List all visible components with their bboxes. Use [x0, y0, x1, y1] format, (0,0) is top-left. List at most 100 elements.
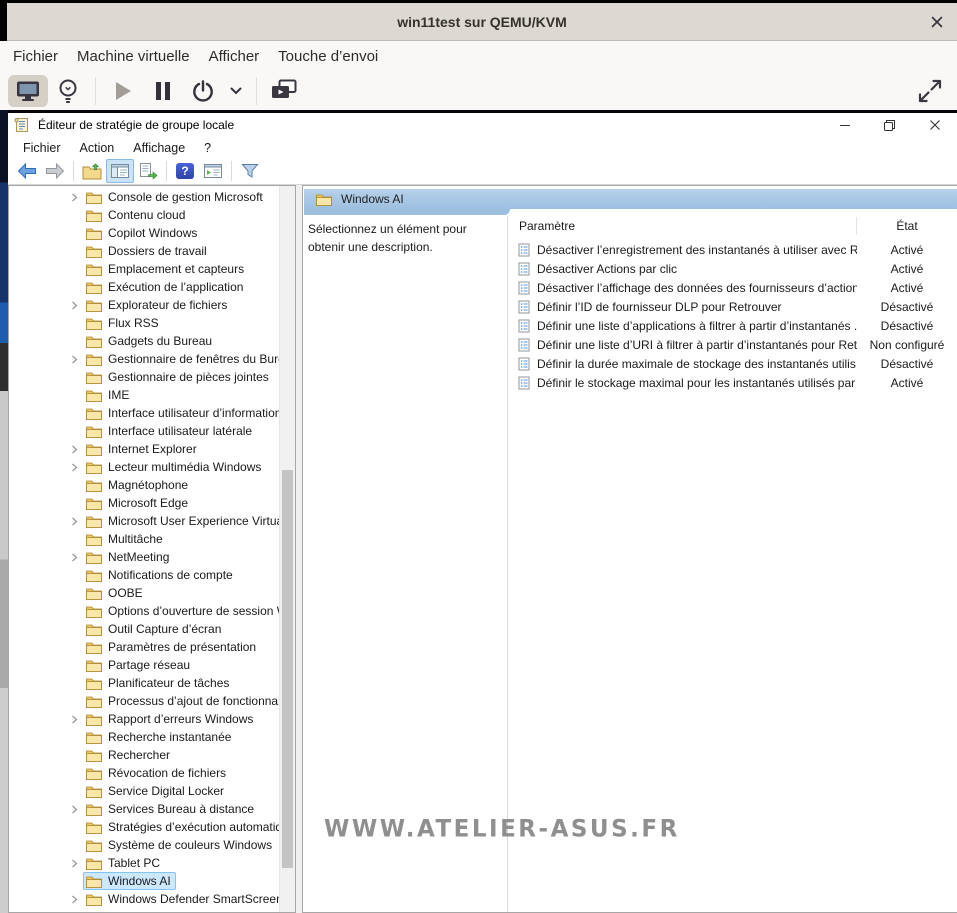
restore-icon[interactable]	[867, 113, 912, 137]
tree-item-box[interactable]: Outil Capture d’écran	[83, 620, 226, 638]
menu-touche-denvoi[interactable]: Touche d’envoi	[278, 48, 378, 65]
vm-details-button[interactable]	[48, 75, 88, 107]
expand-chevron-icon[interactable]	[65, 296, 83, 314]
tree-item-recherche-instantan-e[interactable]: Recherche instantanée	[9, 728, 279, 746]
console-tree-toggle-button[interactable]	[106, 159, 134, 183]
tree-item-box[interactable]: Partage réseau	[83, 656, 195, 674]
setting-row[interactable]: Désactiver l’enregistrement des instanta…	[509, 240, 957, 259]
close-icon[interactable]	[912, 113, 957, 137]
tree-item-box[interactable]: Options d’ouverture de session Windows	[83, 602, 279, 620]
tree-item-interface-utilisateur-lat-rale[interactable]: Interface utilisateur latérale	[9, 422, 279, 440]
tree-item-processus-d-ajout-de-fonctionnalit-s[interactable]: Processus d’ajout de fonctionnalités	[9, 692, 279, 710]
tree-item-copilot-windows[interactable]: Copilot Windows	[9, 224, 279, 242]
forward-button[interactable]	[41, 159, 69, 183]
tree-item-box[interactable]: Rechercher	[83, 746, 175, 764]
tree-item-windows-defender-smartscreen[interactable]: Windows Defender SmartScreen	[9, 890, 279, 908]
tree-scrollbar-thumb[interactable]	[282, 470, 293, 868]
tree-item-box[interactable]: IME	[83, 386, 134, 404]
tree-item-box[interactable]: Gadgets du Bureau	[83, 332, 217, 350]
up-folder-button[interactable]	[78, 159, 106, 183]
minimize-icon[interactable]	[822, 113, 867, 137]
tree-item-box[interactable]: Dossiers de travail	[83, 242, 212, 260]
tree-item-box[interactable]: Planificateur de tâches	[83, 674, 234, 692]
run-button[interactable]	[103, 75, 143, 107]
mmc-menu-action[interactable]: Action	[80, 141, 115, 155]
tree-item-box[interactable]: Gestionnaire de fenêtres du Bureau	[83, 350, 279, 368]
mmc-menu-help[interactable]: ?	[204, 141, 211, 155]
tree-item-box[interactable]: Magnétophone	[83, 476, 193, 494]
tree-item-netmeeting[interactable]: NetMeeting	[9, 548, 279, 566]
tree-item-rechercher[interactable]: Rechercher	[9, 746, 279, 764]
tree-item-magn-tophone[interactable]: Magnétophone	[9, 476, 279, 494]
tree-item-explorateur-de-fichiers[interactable]: Explorateur de fichiers	[9, 296, 279, 314]
tree-item-box[interactable]: NetMeeting	[83, 548, 174, 566]
tree-item-box[interactable]: Microsoft User Experience Virtualization	[83, 512, 279, 530]
tree-item-param-tres-de-pr-sentation[interactable]: Paramètres de présentation	[9, 638, 279, 656]
tree-item-oobe[interactable]: OOBE	[9, 584, 279, 602]
tree-item-box[interactable]: Lecteur multimédia Windows	[83, 458, 266, 476]
menu-fichier[interactable]: Fichier	[13, 48, 58, 65]
tree-item-strat-gies-d-ex-cution-automatique[interactable]: Stratégies d’exécution automatique	[9, 818, 279, 836]
tree-item-outil-capture-d-cran[interactable]: Outil Capture d’écran	[9, 620, 279, 638]
tree-item-box[interactable]: Copilot Windows	[83, 224, 202, 242]
displays-button[interactable]	[264, 75, 304, 107]
tree-item-multit-che[interactable]: Multitâche	[9, 530, 279, 548]
close-icon[interactable]	[930, 15, 944, 29]
tree-item-internet-explorer[interactable]: Internet Explorer	[9, 440, 279, 458]
setting-row[interactable]: Définir l’ID de fournisseur DLP pour Ret…	[509, 297, 957, 316]
tree-item-ime[interactable]: IME	[9, 386, 279, 404]
tree-item-partial[interactable]	[9, 908, 279, 913]
column-header-parametre[interactable]: Paramètre	[509, 219, 856, 233]
tree-item-box[interactable]: Contenu cloud	[83, 206, 190, 224]
expand-chevron-icon[interactable]	[65, 800, 83, 818]
setting-row[interactable]: Définir une liste d’applications à filtr…	[509, 316, 957, 335]
tree-item-tablet-pc[interactable]: Tablet PC	[9, 854, 279, 872]
expand-chevron-icon[interactable]	[65, 548, 83, 566]
expand-chevron-icon[interactable]	[65, 458, 83, 476]
help-button[interactable]: ?	[171, 159, 199, 183]
tree-item-lecteur-multim-dia-windows[interactable]: Lecteur multimédia Windows	[9, 458, 279, 476]
tree-item-box[interactable]: Paramètres de présentation	[83, 638, 261, 656]
tree-item-box[interactable]: Service Digital Locker	[83, 782, 229, 800]
tree-item-options-d-ouverture-de-session-windows[interactable]: Options d’ouverture de session Windows	[9, 602, 279, 620]
tree-item-box[interactable]: Interface utilisateur d’informations	[83, 404, 279, 422]
tree-item-box[interactable]: Explorateur de fichiers	[83, 296, 232, 314]
setting-row[interactable]: Désactiver Actions par clicActivé	[509, 259, 957, 278]
mmc-menu-affichage[interactable]: Affichage	[133, 141, 185, 155]
shutdown-menu-button[interactable]	[223, 75, 249, 107]
tree-item-box[interactable]	[83, 908, 113, 913]
tree-item-box[interactable]: Multitâche	[83, 530, 168, 548]
qemu-titlebar[interactable]: win11test sur QEMU/KVM	[7, 3, 957, 41]
tree-item-flux-rss[interactable]: Flux RSS	[9, 314, 279, 332]
tree-item-dossiers-de-travail[interactable]: Dossiers de travail	[9, 242, 279, 260]
tree-item-microsoft-user-experience-virtualization[interactable]: Microsoft User Experience Virtualization	[9, 512, 279, 530]
tree-item-notifications-de-compte[interactable]: Notifications de compte	[9, 566, 279, 584]
tree-item-box[interactable]: Système de couleurs Windows	[83, 836, 277, 854]
expand-chevron-icon[interactable]	[65, 512, 83, 530]
tree-item-box[interactable]: Console de gestion Microsoft	[83, 188, 268, 206]
fullscreen-button[interactable]	[913, 75, 947, 107]
back-button[interactable]	[13, 159, 41, 183]
tree-item-box[interactable]: Internet Explorer	[83, 440, 202, 458]
tree-item-box[interactable]: Rapport d’erreurs Windows	[83, 710, 258, 728]
tree-item-microsoft-edge[interactable]: Microsoft Edge	[9, 494, 279, 512]
tree-item-box[interactable]: Windows Defender SmartScreen	[83, 890, 279, 908]
tree-item-box[interactable]: Flux RSS	[83, 314, 164, 332]
setting-row[interactable]: Définir le stockage maximal pour les ins…	[509, 373, 957, 392]
extended-view-button[interactable]	[199, 159, 227, 183]
tree-scrollbar[interactable]	[279, 186, 295, 912]
tree-item-box[interactable]: Services Bureau à distance	[83, 800, 259, 818]
expand-chevron-icon[interactable]	[65, 710, 83, 728]
tree-item-box[interactable]: Interface utilisateur latérale	[83, 422, 257, 440]
tree-item-windows-ai[interactable]: Windows AI	[9, 872, 279, 890]
expand-chevron-icon[interactable]	[65, 440, 83, 458]
tree-item-box[interactable]: OOBE	[83, 584, 148, 602]
tree-item-box[interactable]: Recherche instantanée	[83, 728, 236, 746]
tree-item-console-de-gestion-microsoft[interactable]: Console de gestion Microsoft	[9, 188, 279, 206]
tree-item-services-bureau-distance[interactable]: Services Bureau à distance	[9, 800, 279, 818]
tree-item-box[interactable]: Gestionnaire de pièces jointes	[83, 368, 274, 386]
menu-afficher[interactable]: Afficher	[209, 48, 260, 65]
tree-item-box[interactable]: Révocation de fichiers	[83, 764, 231, 782]
tree-item-rapport-d-erreurs-windows[interactable]: Rapport d’erreurs Windows	[9, 710, 279, 728]
tree-item-planificateur-de-t-ches[interactable]: Planificateur de tâches	[9, 674, 279, 692]
